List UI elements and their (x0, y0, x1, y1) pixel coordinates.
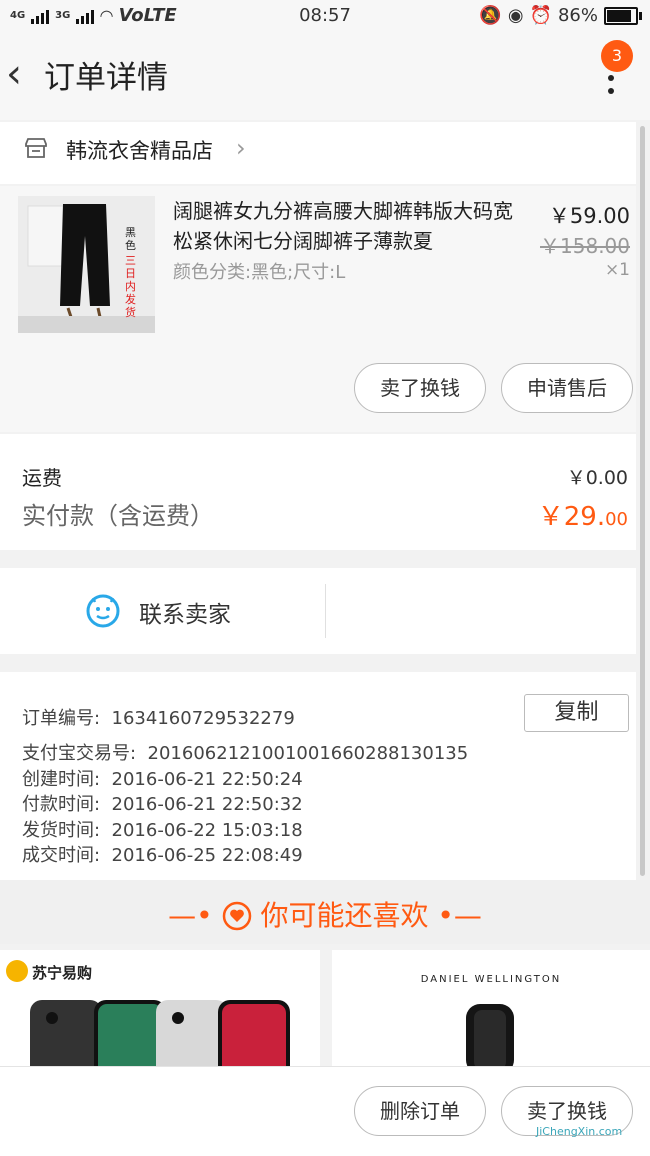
order-number-label: 订单编号: (22, 708, 101, 729)
card1-brand: 苏宁易购 (32, 964, 93, 982)
shipped-time-row: 发货时间: 2016-06-22 15:03:18 (22, 816, 303, 842)
watermark: JiChengXin.com (536, 1125, 623, 1138)
product-title[interactable]: 阔腿裤女九分裤高腰大脚裤韩版大码宽松紧休闲七分阔脚裤子薄款夏 (173, 196, 523, 256)
battery-percent: 86% (557, 5, 598, 26)
chat-face-icon[interactable] (85, 592, 121, 628)
shipping-label: 运费 (22, 466, 62, 490)
phones-image (30, 1000, 290, 1068)
created-time-value: 2016-06-21 22:50:24 (111, 769, 303, 790)
paid-time-row: 付款时间: 2016-06-21 22:50:32 (22, 790, 303, 816)
order-number-value: 1634160729532279 (111, 708, 295, 729)
paid-amount: ￥29.00 (538, 496, 628, 533)
suning-logo-icon (6, 960, 28, 982)
completed-time-value: 2016-06-25 22:08:49 (111, 845, 303, 866)
paid-amount-cents: 00 (605, 509, 628, 530)
lock-icon: ◉ (507, 5, 524, 26)
paid-label: 实付款（含运费） (22, 502, 214, 530)
product-thumbnail[interactable]: 黑色 三日内发货 (18, 196, 155, 333)
recommend-card-1[interactable]: 苏宁易购 (0, 950, 320, 1068)
original-price: ￥158.00 (540, 234, 630, 258)
product-quantity: ×1 (604, 260, 630, 280)
thumb-promo: 三日内发货 (125, 254, 136, 319)
product-price: ￥59.00 (548, 204, 630, 228)
nav-bar: ‹ 订单详情 3 (0, 32, 650, 120)
sell-for-cash-button[interactable]: 卖了换钱 (354, 363, 486, 413)
alipay-number-label: 支付宝交易号: (22, 743, 137, 764)
contact-seller-button[interactable]: 联系卖家 (139, 595, 231, 629)
completed-time-row: 成交时间: 2016-06-25 22:08:49 (22, 841, 303, 867)
shipped-time-label: 发货时间: (22, 820, 101, 841)
battery-icon (604, 6, 642, 25)
copy-button[interactable]: 复制 (524, 694, 629, 732)
notification-badge: 3 (601, 40, 633, 72)
paid-time-label: 付款时间: (22, 794, 101, 815)
created-time-row: 创建时间: 2016-06-21 22:50:24 (22, 765, 303, 791)
recommend-header: —• 你可能还喜欢 •— (0, 880, 650, 944)
recommend-title-wrap: —• 你可能还喜欢 •— (168, 899, 482, 932)
shipping-value: ￥0.00 (566, 467, 628, 489)
bottom-action-bar: 删除订单 卖了换钱 JiChengXin.com (0, 1066, 650, 1156)
scrollbar[interactable] (640, 126, 645, 876)
status-bar: 4G 3G ◠ VoLTE 08:57 🔕 ◉ ⏰ 86% (0, 0, 650, 32)
thumb-tag: 黑色 (125, 226, 136, 252)
chevron-right-icon: › (236, 134, 246, 162)
order-number-row: 订单编号: 1634160729532279 (22, 704, 295, 730)
alipay-number-row: 支付宝交易号: 2016062121001001660288130135 (22, 739, 468, 765)
alarm-icon: ⏰ (529, 5, 552, 26)
after-sale-button[interactable]: 申请售后 (501, 363, 633, 413)
page-title: 订单详情 (44, 60, 168, 96)
shipped-time-value: 2016-06-22 15:03:18 (111, 820, 303, 841)
status-right: 🔕 ◉ ⏰ 86% (479, 5, 642, 26)
delete-order-button[interactable]: 删除订单 (354, 1086, 486, 1136)
paid-time-value: 2016-06-21 22:50:32 (111, 794, 303, 815)
shop-row[interactable]: 韩流衣舍精品店 › (0, 122, 636, 184)
payment-summary: 运费 ￥0.00 实付款（含运费） ￥29.00 (0, 434, 636, 550)
mute-icon: 🔕 (479, 5, 502, 26)
completed-time-label: 成交时间: (22, 845, 101, 866)
watch-strap-image (466, 1004, 514, 1068)
back-icon[interactable]: ‹ (6, 54, 22, 94)
card2-brand: DANIEL WELLINGTON (420, 974, 562, 985)
heart-icon (222, 901, 251, 931)
order-item: 黑色 三日内发货 阔腿裤女九分裤高腰大脚裤韩版大码宽松紧休闲七分阔脚裤子薄款夏 … (0, 186, 636, 432)
created-time-label: 创建时间: (22, 769, 101, 790)
paid-amount-main: ￥29. (537, 502, 606, 532)
divider (325, 584, 326, 638)
product-sku: 颜色分类:黑色;尺寸:L (173, 262, 346, 283)
alipay-number-value: 2016062121001001660288130135 (147, 743, 469, 764)
recommend-card-2[interactable]: DANIEL WELLINGTON (332, 950, 650, 1068)
shop-name: 韩流衣舍精品店 (66, 139, 213, 163)
store-icon (25, 138, 47, 158)
recommend-title: 你可能还喜欢 (260, 899, 429, 932)
order-info: 订单编号: 1634160729532279 复制 支付宝交易号: 201606… (0, 672, 636, 880)
contact-seller-bar: 联系卖家 (0, 568, 636, 654)
